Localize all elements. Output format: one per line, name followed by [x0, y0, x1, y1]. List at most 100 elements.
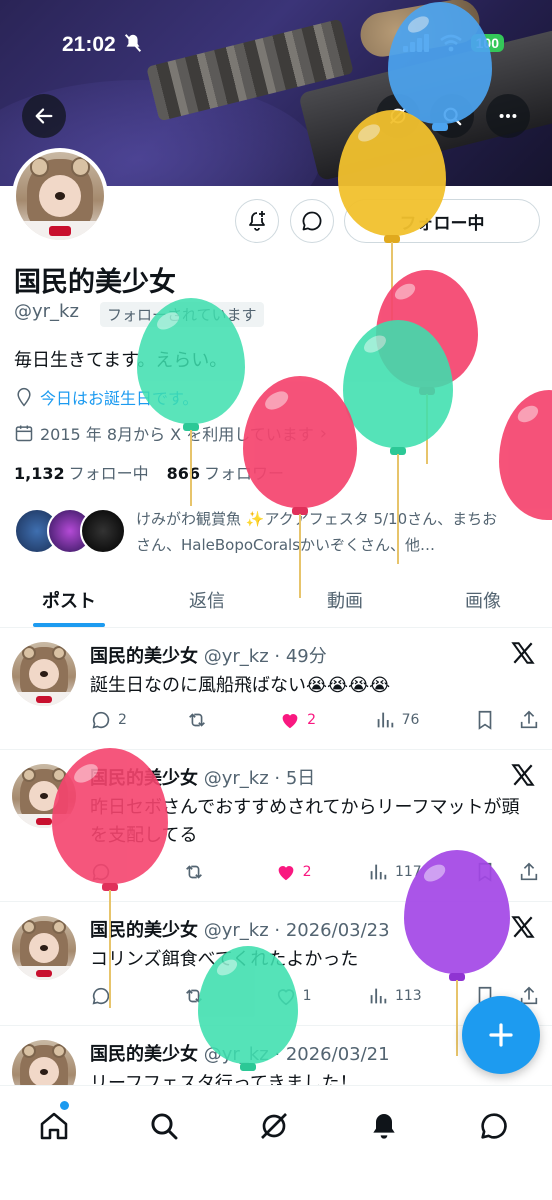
like-icon — [278, 866, 293, 881]
nav-messages[interactable] — [474, 1106, 514, 1146]
message-button[interactable] — [290, 199, 334, 243]
post-avatar[interactable] — [12, 642, 76, 706]
search-icon — [443, 107, 462, 126]
notify-button[interactable] — [235, 199, 279, 243]
follows-you-badge: フォローされています — [100, 302, 264, 327]
post-text: 誕生日なのに風船飛ばない😭😭😭😭 — [90, 675, 391, 696]
notifications-icon — [373, 1114, 395, 1139]
reply-button[interactable]: 2 — [90, 709, 130, 731]
nav-grok[interactable] — [254, 1106, 294, 1146]
post-meta: @yr_kz · 2026/03/21 — [203, 1044, 390, 1065]
birthday-text[interactable]: 今日はお誕生日です。 — [40, 385, 198, 409]
views-button[interactable]: 76 — [374, 709, 419, 731]
back-arrow-icon — [35, 108, 53, 124]
status-indicators: 100 — [402, 34, 504, 52]
views-button[interactable]: 113 — [367, 985, 422, 1007]
post-meta: @yr_kz · 49分 — [203, 646, 327, 667]
repost-icon — [188, 713, 205, 727]
back-button[interactable] — [22, 94, 66, 138]
like-count: 2 — [302, 864, 312, 880]
plus-icon — [489, 1023, 513, 1047]
post-author[interactable]: 国民的美少女 — [90, 1044, 198, 1065]
grok-button[interactable] — [376, 94, 420, 138]
home-badge-dot — [60, 1101, 69, 1110]
post-header: 国民的美少女 @yr_kz · 2026/03/23 — [90, 916, 390, 942]
post-item[interactable]: 国民的美少女 @yr_kz · 49分 誕生日なのに風船飛ばない😭😭😭😭 2 2… — [0, 628, 552, 750]
post-text: 昨日セボさんでおすすめされてからリーフマットが頭を支配してる — [90, 797, 520, 846]
like-button[interactable]: 1 — [275, 985, 315, 1007]
post-avatar[interactable] — [12, 916, 76, 980]
repost-button[interactable] — [182, 985, 222, 1007]
post-meta: @yr_kz · 2026/03/23 — [203, 920, 390, 941]
reply-icon — [92, 711, 110, 729]
repost-icon — [186, 865, 203, 879]
tab-videos[interactable]: 動画 — [276, 572, 414, 627]
bell-plus-icon — [249, 211, 265, 231]
reply-icon — [92, 987, 110, 1005]
repost-icon — [186, 989, 203, 1003]
more-button[interactable] — [486, 94, 530, 138]
profile-avatar[interactable] — [12, 148, 108, 244]
reply-button[interactable] — [90, 985, 130, 1007]
followed-by-avatars — [14, 506, 126, 558]
x-logo-icon — [511, 916, 535, 938]
repost-button[interactable] — [185, 709, 225, 731]
tab-images[interactable]: 画像 — [414, 572, 552, 627]
tab-replies[interactable]: 返信 — [138, 572, 276, 627]
nav-notifications[interactable] — [364, 1106, 404, 1146]
post-author[interactable]: 国民的美少女 — [90, 768, 198, 789]
nav-search[interactable] — [144, 1106, 184, 1146]
followers-link[interactable]: 866 フォロワー — [167, 460, 284, 484]
profile-bio: 毎日生きてます。えらい。 — [14, 350, 228, 371]
more-icon — [499, 113, 517, 119]
reply-icon — [92, 863, 110, 881]
like-button[interactable]: 2 — [275, 861, 315, 883]
nav-home[interactable] — [34, 1106, 74, 1146]
like-button[interactable]: 2 — [279, 709, 319, 731]
x-logo-icon — [511, 642, 535, 664]
post-text: コリンズ餌食べてくれたよかった — [90, 949, 359, 970]
battery-indicator: 100 — [470, 34, 504, 52]
joined-text: 2015 年 8月から X を利用しています — [40, 425, 314, 444]
status-time: 21:02 — [62, 33, 116, 56]
views-count: 113 — [394, 988, 422, 1004]
wifi-icon — [439, 34, 462, 52]
repost-button[interactable] — [182, 861, 222, 883]
follower-avatar — [80, 508, 126, 554]
like-icon — [282, 714, 298, 729]
like-count: 1 — [302, 988, 312, 1004]
following-button[interactable]: フォロー中 — [344, 199, 540, 243]
tab-posts[interactable]: ポスト — [0, 572, 138, 627]
post-header: 国民的美少女 @yr_kz · 2026/03/21 — [90, 1040, 390, 1066]
profile-handle: @yr_kz — [14, 301, 79, 322]
profile-tabs: ポスト 返信 動画 画像 — [0, 572, 552, 628]
share-icon[interactable] — [518, 709, 540, 731]
post-actions: 2 2 76 — [90, 706, 540, 734]
post-item[interactable]: 国民的美少女 @yr_kz · 2026/03/23 コリンズ餌食べてくれたよか… — [0, 902, 552, 1026]
following-link[interactable]: 1,132 フォロー中 — [14, 460, 149, 484]
views-button[interactable]: 117 — [367, 861, 422, 883]
x-logo-icon — [511, 764, 535, 786]
grok-icon — [261, 1113, 287, 1139]
bookmark-icon[interactable] — [474, 709, 496, 731]
views-count: 117 — [394, 864, 422, 880]
post-author[interactable]: 国民的美少女 — [90, 646, 198, 667]
birthday-row[interactable]: 今日はお誕生日です。 — [14, 385, 198, 409]
cellular-signal-icon — [402, 34, 429, 52]
search-profile-button[interactable] — [430, 94, 474, 138]
mute-bell-icon — [124, 34, 142, 52]
post-avatar[interactable] — [12, 764, 76, 828]
compose-button[interactable] — [462, 996, 540, 1074]
post-author[interactable]: 国民的美少女 — [90, 920, 198, 941]
followed-by-section[interactable]: けみがわ観賞魚 ✨アクアフェスタ 5/10さん、まちおさん、HaleBopoCo… — [14, 506, 508, 558]
reply-button[interactable] — [90, 861, 130, 883]
home-icon — [40, 1112, 68, 1140]
followed-by-text: けみがわ観賞魚 ✨アクアフェスタ 5/10さん、まちおさん、HaleBopoCo… — [136, 510, 498, 554]
like-icon — [277, 989, 294, 1006]
bookmark-icon[interactable] — [474, 861, 496, 883]
reply-count: 2 — [118, 712, 127, 728]
chevron-right-icon: › — [319, 422, 327, 444]
share-icon[interactable] — [518, 861, 540, 883]
post-item[interactable]: 国民的美少女 @yr_kz · 5日 昨日セボさんでおすすめされてからリーフマッ… — [0, 750, 552, 902]
joined-row[interactable]: 2015 年 8月から X を利用しています › — [14, 421, 327, 445]
